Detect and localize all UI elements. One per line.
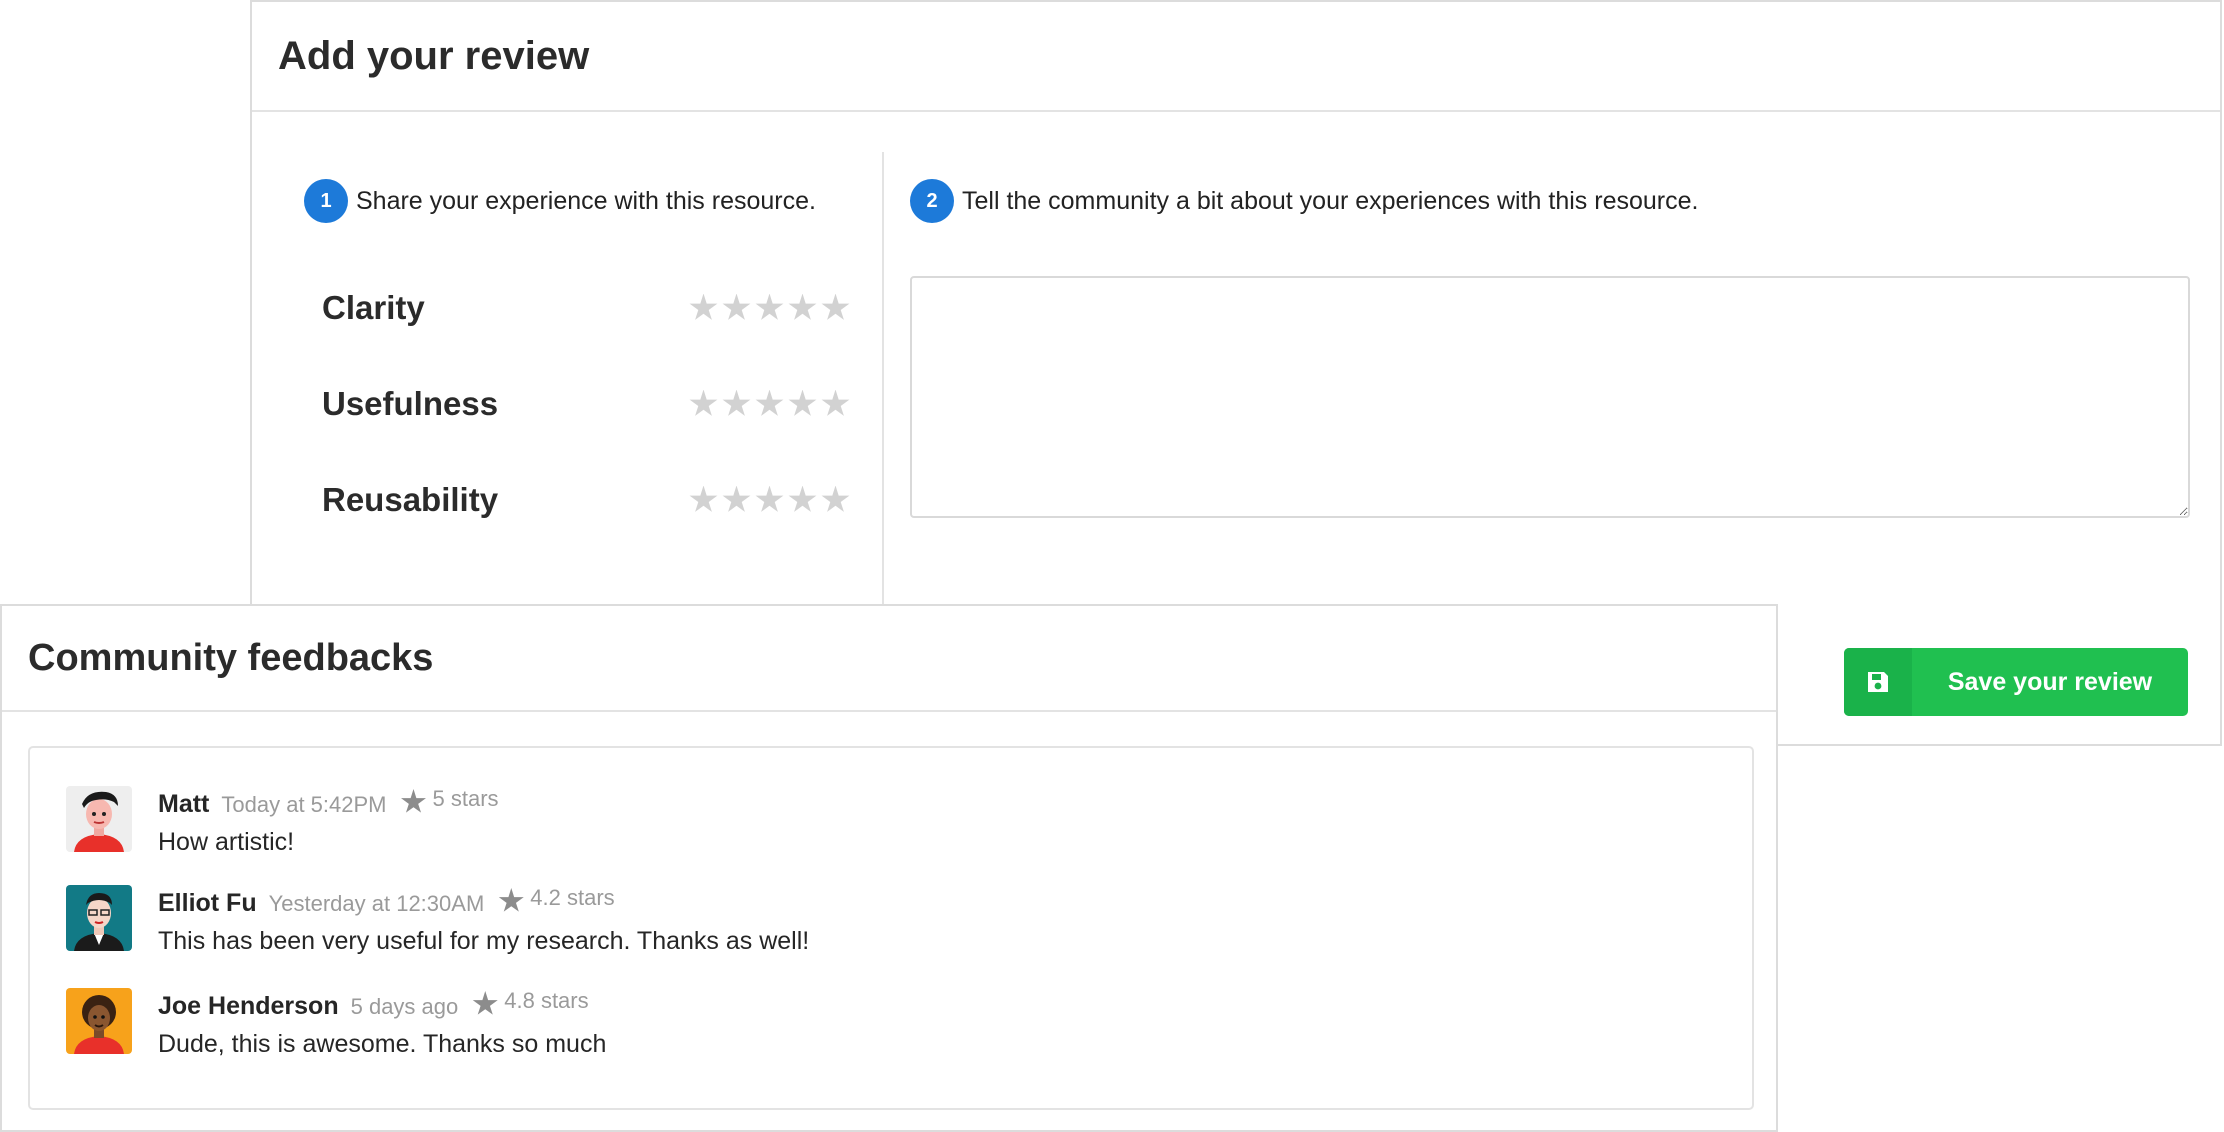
star-icon — [472, 991, 498, 1015]
star-icon[interactable] — [821, 485, 850, 512]
comment-content: Elliot Fu Yesterday at 12:30AM 4.2 stars… — [158, 885, 809, 956]
star-icon[interactable] — [689, 293, 718, 320]
comment: Matt Today at 5:42PM 5 stars How artisti… — [66, 786, 499, 857]
comment: Joe Henderson 5 days ago 4.8 stars Dude,… — [66, 988, 606, 1059]
comment-meta: Joe Henderson 5 days ago 4.8 stars — [158, 988, 606, 1022]
star-rating-reusability[interactable] — [689, 485, 850, 515]
comment-rating: 4.2 stars — [498, 885, 615, 912]
save-review-button[interactable]: Save your review — [1844, 648, 2188, 716]
community-feedback-panel: Community feedbacks Matt Today at 5:42PM… — [0, 604, 1778, 1132]
step-1-badge: 1 — [304, 179, 348, 223]
star-icon[interactable] — [689, 389, 718, 416]
star-icon[interactable] — [722, 389, 751, 416]
step-2-text: Tell the community a bit about your expe… — [962, 186, 1699, 215]
comment-content: Joe Henderson 5 days ago 4.8 stars Dude,… — [158, 988, 606, 1059]
feedback-header: Community feedbacks — [2, 606, 1776, 712]
avatar[interactable] — [66, 988, 132, 1054]
criterion-label: Clarity — [322, 289, 425, 326]
comment-text: This has been very useful for my researc… — [158, 927, 810, 955]
step-1: 1 Share your experience with this resour… — [304, 179, 816, 223]
comment: Elliot Fu Yesterday at 12:30AM 4.2 stars… — [66, 885, 809, 956]
comment-timestamp: Yesterday at 12:30AM — [268, 891, 485, 916]
review-header: Add your review — [252, 2, 2220, 112]
comment-author[interactable]: Elliot Fu — [158, 889, 257, 918]
avatar[interactable] — [66, 786, 132, 852]
star-icon[interactable] — [755, 485, 784, 512]
step-1-text: Share your experience with this resource… — [356, 186, 816, 215]
star-rating-clarity[interactable] — [689, 293, 850, 323]
review-title: Add your review — [278, 33, 590, 78]
comment-text: How artistic! — [158, 828, 295, 856]
criterion-clarity: Clarity — [322, 286, 850, 330]
star-icon[interactable] — [755, 389, 784, 416]
criterion-label: Reusability — [322, 481, 499, 518]
star-icon[interactable] — [788, 293, 817, 320]
avatar[interactable] — [66, 885, 132, 951]
comment-meta: Elliot Fu Yesterday at 12:30AM 4.2 stars — [158, 885, 809, 919]
star-icon — [401, 789, 426, 813]
comment-rating-text: 4.8 stars — [504, 988, 589, 1013]
comment-author[interactable]: Joe Henderson — [158, 992, 339, 1021]
comment-text: Dude, this is awesome. Thanks so much — [158, 1030, 607, 1058]
criterion-usefulness: Usefulness — [322, 382, 850, 426]
star-icon[interactable] — [788, 389, 817, 416]
comment-content: Matt Today at 5:42PM 5 stars How artisti… — [158, 786, 499, 857]
comment-rating-text: 4.2 stars — [530, 885, 615, 910]
comment-meta: Matt Today at 5:42PM 5 stars — [158, 786, 499, 820]
comment-rating: 4.8 stars — [472, 988, 589, 1015]
comment-author[interactable]: Matt — [158, 790, 209, 819]
star-icon[interactable] — [755, 293, 784, 320]
floppy-disk-icon — [1844, 648, 1912, 716]
star-icon[interactable] — [821, 293, 850, 320]
comment-rating-text: 5 stars — [432, 786, 499, 811]
criterion-label: Usefulness — [322, 385, 499, 422]
comment-timestamp: Today at 5:42PM — [221, 792, 387, 817]
comment-timestamp: 5 days ago — [350, 994, 459, 1019]
star-rating-usefulness[interactable] — [689, 389, 850, 419]
comments-list: Matt Today at 5:42PM 5 stars How artisti… — [28, 746, 1754, 1110]
criterion-reusability: Reusability — [322, 478, 850, 522]
star-icon[interactable] — [722, 485, 751, 512]
save-review-label: Save your review — [1947, 667, 2153, 696]
star-icon[interactable] — [788, 485, 817, 512]
star-icon[interactable] — [821, 389, 850, 416]
step-2-badge: 2 — [910, 179, 954, 223]
star-icon[interactable] — [722, 293, 751, 320]
star-icon[interactable] — [689, 485, 718, 512]
comment-rating: 5 stars — [401, 786, 499, 813]
feedback-title: Community feedbacks — [28, 636, 434, 679]
review-textarea[interactable] — [910, 276, 2190, 518]
star-icon — [498, 888, 524, 912]
step-2: 2 Tell the community a bit about your ex… — [910, 179, 1698, 223]
